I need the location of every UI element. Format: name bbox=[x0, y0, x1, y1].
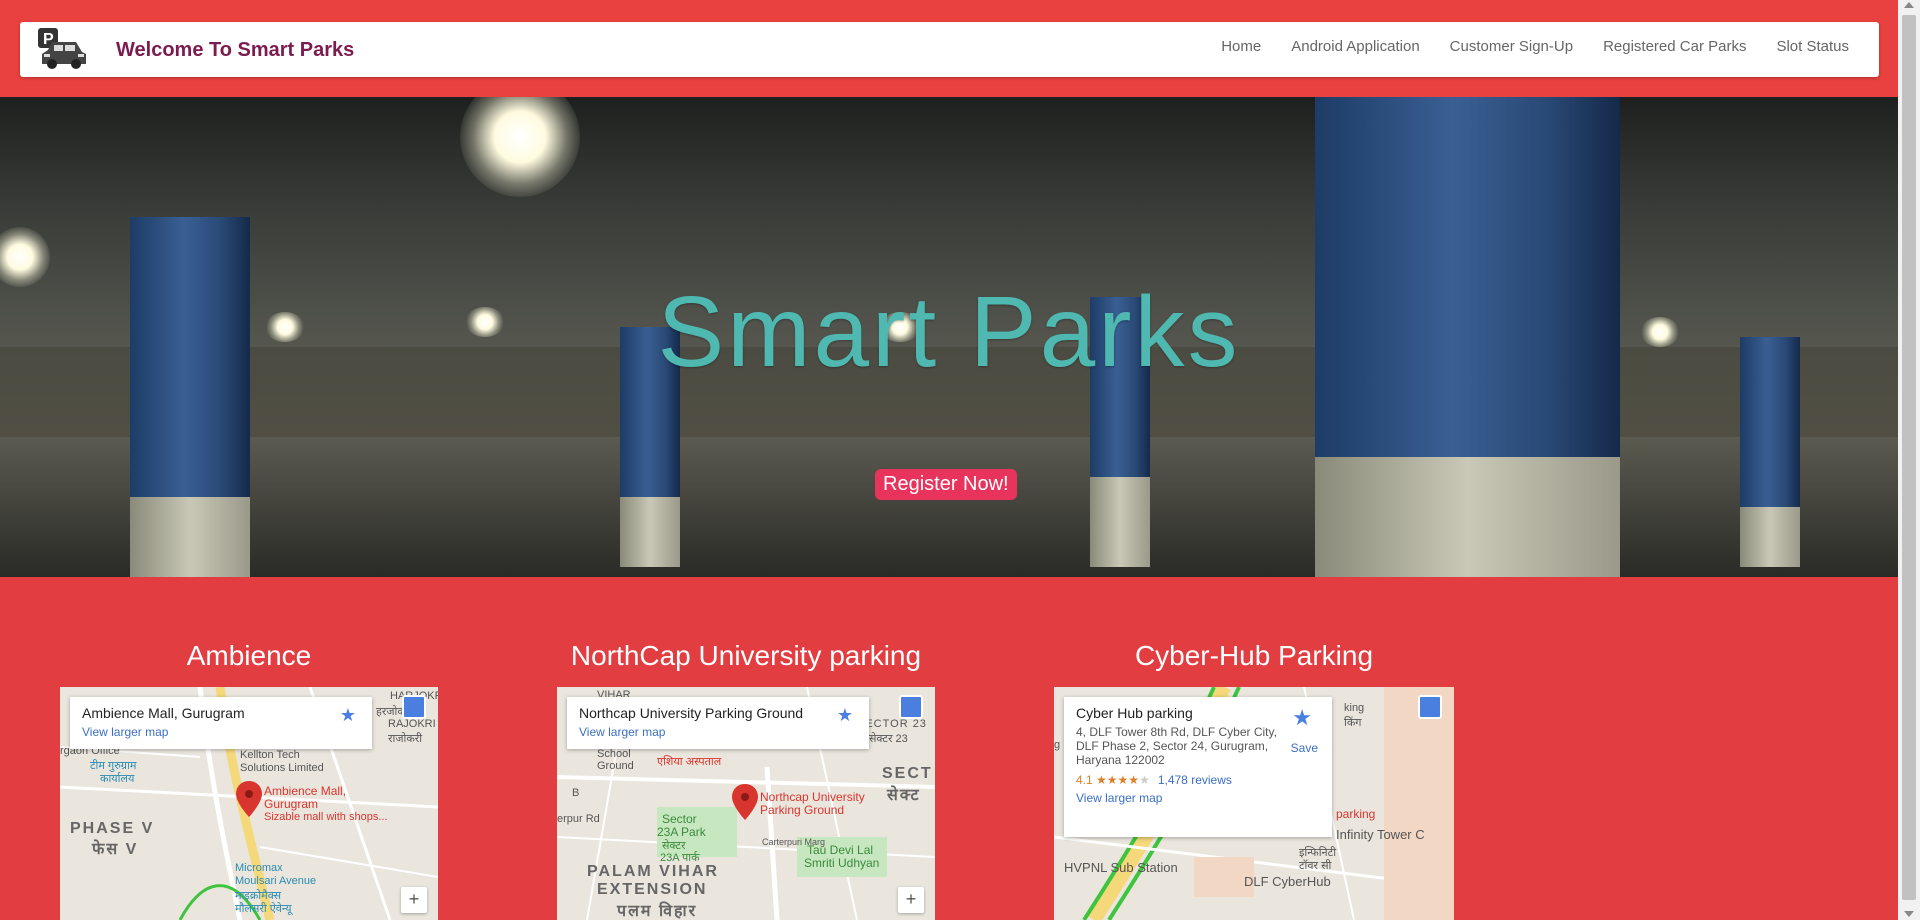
star-icon[interactable]: ★ bbox=[1292, 705, 1312, 731]
view-larger-map-link[interactable]: View larger map bbox=[1076, 791, 1318, 805]
map-label: g bbox=[1054, 739, 1061, 751]
map-pin-icon[interactable] bbox=[236, 781, 262, 817]
map-info-card: Northcap University Parking Ground View … bbox=[567, 697, 869, 749]
map-label: HVPNL Sub Station bbox=[1064, 860, 1178, 875]
card-address: 4, DLF Tower 8th Rd, DLF Cyber City, DLF… bbox=[1076, 725, 1277, 767]
location-title: Ambience bbox=[186, 640, 312, 671]
map-label: सेक्टर 23 bbox=[869, 733, 908, 745]
view-larger-map-link[interactable]: View larger map bbox=[82, 725, 358, 739]
pin-label: Ambience Mall, Gurugram bbox=[264, 784, 347, 811]
map-label: Infinity Tower C bbox=[1336, 827, 1425, 842]
view-larger-map-link[interactable]: View larger map bbox=[579, 725, 855, 739]
map-area-label: PALAM VIHAR bbox=[587, 863, 719, 880]
register-now-button[interactable]: Register Now! bbox=[875, 469, 1017, 500]
location-title: NorthCap University parking bbox=[570, 640, 922, 671]
map-label: कार्यालय bbox=[100, 773, 135, 785]
star-icon[interactable]: ★ bbox=[837, 705, 853, 726]
pillar bbox=[130, 217, 250, 577]
pin-sublabel: Sizable mall with shops... bbox=[264, 811, 388, 823]
map-label: एशिया अस्पताल bbox=[657, 756, 722, 768]
street-view-icon[interactable] bbox=[1418, 695, 1442, 719]
page-scrollbar[interactable] bbox=[1898, 0, 1920, 920]
rating-empty-star-icon: ★ bbox=[1139, 773, 1150, 787]
map-area-label: PHASE V bbox=[70, 820, 155, 837]
map-info-card: Cyber Hub parking 4, DLF Tower 8th Rd, D… bbox=[1064, 697, 1332, 837]
map-label: Smriti Udhyan bbox=[804, 856, 880, 870]
map-label: Moulsari Avenue bbox=[235, 875, 317, 887]
map-area-label: पलम विहार bbox=[617, 903, 698, 920]
map-label: RAJOKRI bbox=[388, 718, 436, 730]
nav-slot-status[interactable]: Slot Status bbox=[1776, 38, 1849, 55]
street-view-icon[interactable] bbox=[899, 695, 923, 719]
map-label: king bbox=[1344, 702, 1365, 714]
navbar: P Welcome To Smart Parks Home Android Ap… bbox=[20, 22, 1879, 77]
brand-title[interactable]: Welcome To Smart Parks bbox=[116, 39, 354, 62]
rating-stars-icon: ★★★★ bbox=[1096, 773, 1140, 787]
map-area-label: फेस V bbox=[92, 841, 139, 858]
map-ambience[interactable]: HARJOKRI हरजोकरी RAJOKRI राजोकरी rgaon O… bbox=[60, 687, 438, 920]
map-label: Tau Devi Lal bbox=[807, 843, 874, 857]
nav-registered-car-parks[interactable]: Registered Car Parks bbox=[1603, 38, 1746, 55]
hero-title: Smart Parks bbox=[657, 276, 1241, 388]
main-nav: Home Android Application Customer Sign-U… bbox=[1191, 38, 1849, 55]
map-label: DLF CyberHub bbox=[1244, 874, 1331, 889]
scrollbar-thumb[interactable] bbox=[1902, 15, 1916, 900]
map-label: Micromax bbox=[235, 862, 283, 874]
map-area-label: SECT bbox=[882, 765, 933, 782]
zoom-in-button[interactable]: + bbox=[898, 887, 924, 913]
card-title: Cyber Hub parking bbox=[1076, 705, 1193, 721]
map-info-card: Ambience Mall, Gurugram View larger map … bbox=[70, 697, 372, 749]
nav-home[interactable]: Home bbox=[1221, 38, 1261, 55]
map-label: School bbox=[597, 748, 631, 760]
map-label: 23A Park bbox=[657, 825, 706, 839]
map-northcap[interactable]: VIHAR SECTOR 23 सेक्टर 23 School Ground … bbox=[557, 687, 935, 920]
zoom-in-button[interactable]: + bbox=[401, 887, 427, 913]
star-icon[interactable]: ★ bbox=[340, 705, 356, 726]
street-view-icon[interactable] bbox=[402, 695, 426, 719]
nav-customer-sign-up[interactable]: Customer Sign-Up bbox=[1450, 38, 1573, 55]
map-label: Sector bbox=[662, 812, 697, 826]
map-label: किंग bbox=[1344, 717, 1362, 729]
scroll-up-icon[interactable] bbox=[1904, 2, 1914, 8]
hero-banner: Smart Parks Register Now! bbox=[0, 97, 1898, 577]
map-cyber-hub[interactable]: king किंग parking Infinity Tower C इन्फि… bbox=[1054, 687, 1454, 920]
nav-android-application[interactable]: Android Application bbox=[1291, 38, 1419, 55]
map-pin-icon[interactable] bbox=[732, 784, 758, 820]
location-title: Cyber-Hub Parking bbox=[1134, 640, 1374, 671]
map-label: erpur Rd bbox=[557, 813, 600, 825]
map-label: Ground bbox=[597, 760, 634, 772]
map-area-label: सेक्ट bbox=[887, 787, 921, 804]
save-link[interactable]: Save bbox=[1291, 741, 1318, 755]
map-label: Kellton Tech bbox=[240, 749, 300, 761]
reviews-link[interactable]: 1,478 reviews bbox=[1158, 773, 1232, 787]
map-label: B bbox=[572, 787, 580, 799]
map-label: टॉवर सी bbox=[1299, 860, 1332, 872]
map-label: Solutions Limited bbox=[240, 762, 324, 774]
pin-label: Northcap University Parking Ground bbox=[760, 790, 865, 817]
rating-value: 4.1 bbox=[1076, 773, 1093, 787]
card-rating: 4.1 ★★★★★ 1,478 reviews bbox=[1076, 773, 1318, 787]
card-title: Northcap University Parking Ground bbox=[579, 705, 804, 721]
card-title: Ambience Mall, Gurugram bbox=[82, 705, 245, 721]
map-area-label: EXTENSION bbox=[597, 881, 708, 898]
map-label: राजोकरी bbox=[388, 733, 423, 745]
scroll-down-icon[interactable] bbox=[1904, 911, 1914, 917]
map-label: parking bbox=[1336, 807, 1376, 821]
parking-car-icon[interactable]: P bbox=[34, 26, 90, 72]
map-label: मौलसरी ऐवेन्यू bbox=[235, 903, 292, 915]
